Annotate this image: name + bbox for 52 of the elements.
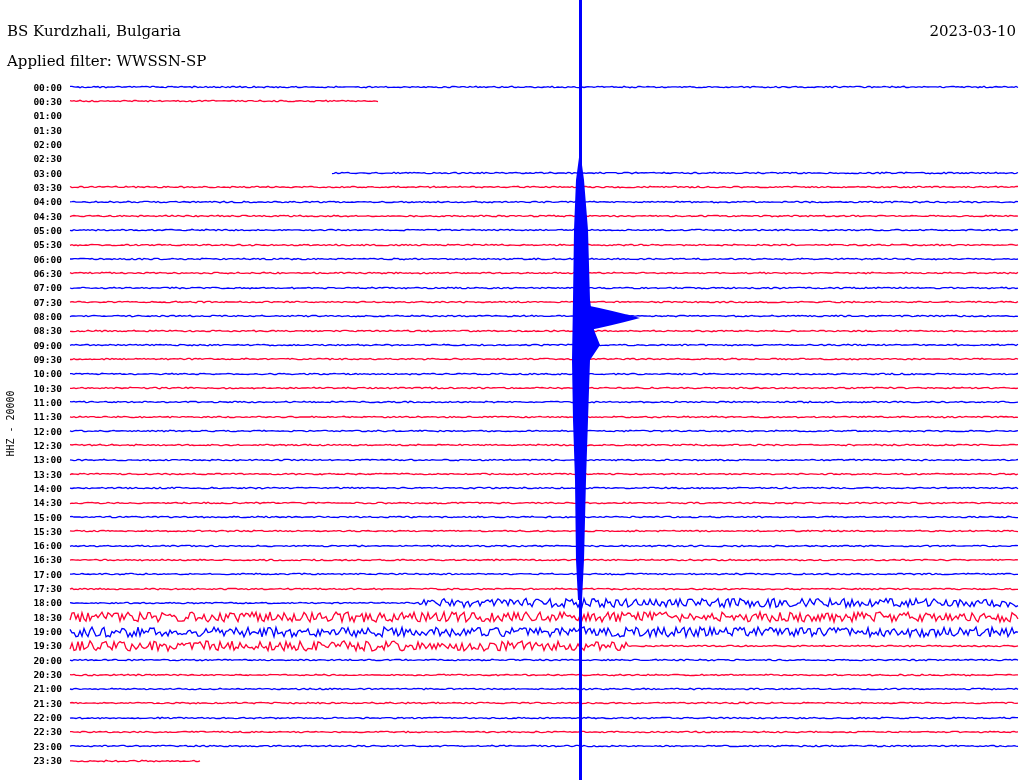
time-label: 19:00 bbox=[32, 626, 63, 638]
time-label: 08:30 bbox=[32, 325, 63, 337]
time-label: 21:30 bbox=[32, 697, 63, 709]
time-label: 05:00 bbox=[32, 224, 63, 236]
channel-label: HHZ - 20000 bbox=[4, 390, 16, 457]
time-label: 10:30 bbox=[32, 382, 63, 394]
time-label: 16:00 bbox=[32, 540, 63, 552]
time-label: 14:00 bbox=[32, 482, 63, 494]
time-label: 00:00 bbox=[32, 81, 63, 93]
time-label: 14:30 bbox=[32, 497, 63, 509]
time-label: 04:30 bbox=[32, 210, 63, 222]
time-label: 16:30 bbox=[32, 554, 63, 566]
time-label: 22:30 bbox=[32, 726, 63, 738]
time-label: 21:00 bbox=[32, 683, 63, 695]
time-label: 12:30 bbox=[32, 439, 63, 451]
time-label: 06:30 bbox=[32, 267, 63, 279]
filter-label: Applied filter: WWSSN-SP bbox=[7, 51, 207, 72]
date-label: 2023-03-10 bbox=[929, 21, 1016, 42]
time-label: 17:00 bbox=[32, 568, 63, 580]
time-label: 09:30 bbox=[32, 353, 63, 365]
time-label: 13:00 bbox=[32, 454, 63, 466]
time-label: 04:00 bbox=[32, 196, 63, 208]
time-label: 13:30 bbox=[32, 468, 63, 480]
time-label: 22:00 bbox=[32, 712, 63, 724]
station-title: BS Kurdzhali, Bulgaria bbox=[7, 21, 182, 42]
time-label: 02:30 bbox=[32, 153, 63, 165]
time-label: 12:00 bbox=[32, 425, 63, 437]
time-label: 10:00 bbox=[32, 368, 63, 380]
time-label: 23:00 bbox=[32, 740, 63, 752]
time-label: 19:30 bbox=[32, 640, 63, 652]
time-label: 06:00 bbox=[32, 253, 63, 265]
time-label: 11:30 bbox=[32, 411, 63, 423]
time-label: 18:30 bbox=[32, 611, 63, 623]
time-label: 01:00 bbox=[32, 110, 63, 122]
time-label: 08:00 bbox=[32, 310, 63, 322]
time-label: 15:00 bbox=[32, 511, 63, 523]
time-label: 03:30 bbox=[32, 181, 63, 193]
time-label: 11:00 bbox=[32, 396, 63, 408]
time-label: 23:30 bbox=[32, 755, 63, 767]
time-label: 03:00 bbox=[32, 167, 63, 179]
time-label: 15:30 bbox=[32, 525, 63, 537]
time-label: 09:00 bbox=[32, 339, 63, 351]
time-label: 07:00 bbox=[32, 282, 63, 294]
time-label: 01:30 bbox=[32, 124, 63, 136]
time-label: 07:30 bbox=[32, 296, 63, 308]
time-label: 18:00 bbox=[32, 597, 63, 609]
time-label: 20:00 bbox=[32, 654, 63, 666]
time-label: 20:30 bbox=[32, 669, 63, 681]
time-label: 05:30 bbox=[32, 239, 63, 251]
time-label: 00:30 bbox=[32, 96, 63, 107]
time-label: 02:00 bbox=[32, 138, 63, 150]
time-label: 17:30 bbox=[32, 583, 63, 595]
